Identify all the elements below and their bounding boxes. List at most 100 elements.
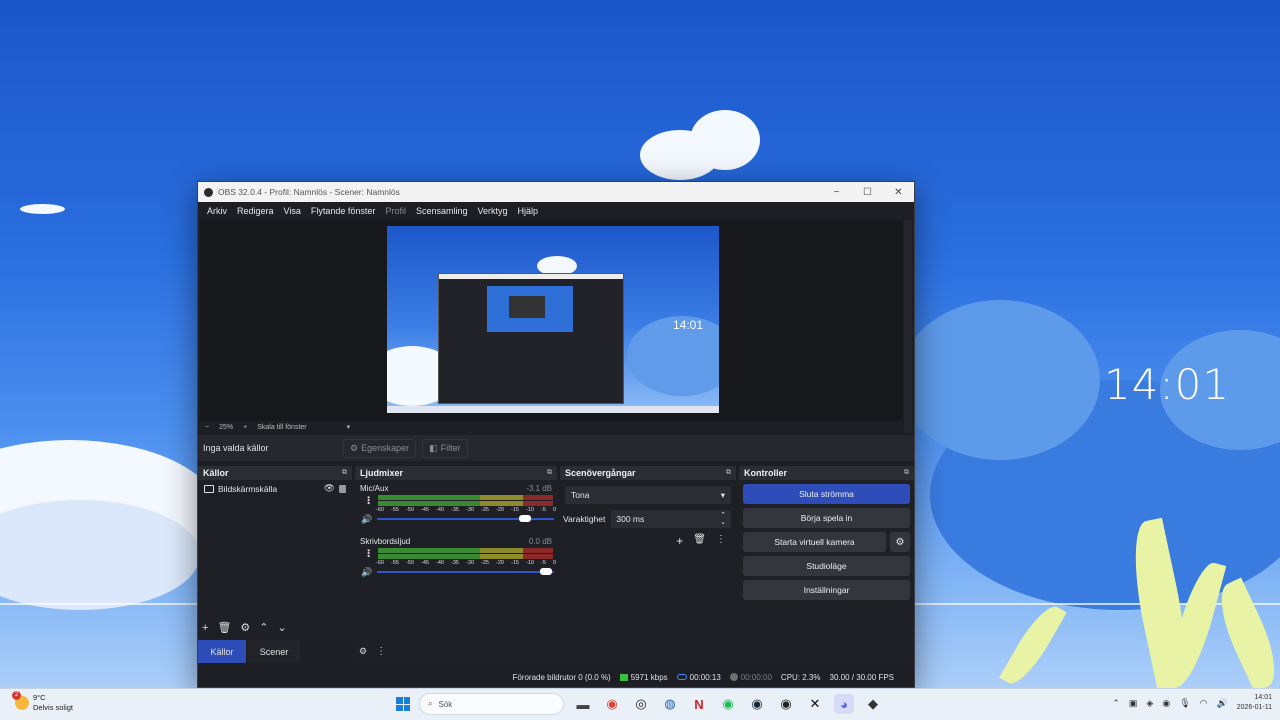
search-placeholder: Sök [438,699,453,709]
wifi-icon[interactable]: ◠ [1200,698,1208,709]
trash-icon[interactable]: 🗑 [693,534,706,548]
bitrate: 5971 kbps [630,672,668,682]
tray-app-icon[interactable]: ◉ [1162,698,1170,709]
weather-widget[interactable]: 2 9°C Delvis soligt [12,691,73,713]
add-transition-icon[interactable]: + [676,534,683,548]
popout-icon[interactable]: ⧉ [547,469,552,477]
sources-dock-header[interactable]: Källor ⧉ [198,466,352,480]
properties-button[interactable]: ⚙ Egenskaper [343,438,417,458]
mixer-channel: Skrivbordsljud 0.0 dB ••• -60 -55 -50 -45 -4… [355,533,557,586]
controls-title: Kontroller [744,468,788,478]
zoom-out-button[interactable]: − [205,424,209,431]
menu-hjalp[interactable]: Hjälp [513,206,544,216]
menu-profil[interactable]: Profil [380,206,411,216]
more-options-icon[interactable]: ••• [364,549,373,557]
taskbar-clock[interactable]: 14:01 2026-01-11 [1237,693,1272,713]
monitor-icon [204,484,214,493]
maximize-button[interactable]: ☐ [852,182,883,202]
chevron-down-icon[interactable]: ▾ [347,423,351,431]
spinner-icon[interactable]: ⌃ ⌄ [720,512,726,526]
obs-icon[interactable]: ◉ [776,694,796,714]
source-item[interactable]: Bildskärmskälla 👁 [198,480,352,497]
volume-slider[interactable] [377,515,554,522]
more-options-icon[interactable]: ⋮ [716,534,726,548]
source-name: Bildskärmskälla [218,483,278,494]
settings-button[interactable]: Inställningar [743,580,910,600]
menu-flytande-fonster[interactable]: Flytande fönster [306,206,381,216]
move-down-icon[interactable]: ⌄ [278,621,287,634]
app-icon[interactable]: ◆ [863,694,883,714]
file-explorer-icon[interactable]: ▬ [573,694,593,714]
transition-select[interactable]: Tona ▾ [565,486,731,504]
lock-icon[interactable] [339,484,346,493]
volume-slider-handle[interactable] [519,515,531,522]
popout-icon[interactable]: ⧉ [726,469,731,477]
level-meter [378,501,553,506]
transitions-dock-header[interactable]: Scenövergångar ⧉ [560,466,736,480]
trash-icon[interactable]: 🗑 [217,621,231,634]
context-bar: Inga valda källor ⚙ Egenskaper ◧ Filter [198,435,914,461]
taskbar: 2 9°C Delvis soligt ⌕ Sök ▬ ◉ ◎ ◍ N ◉ ◉ … [0,688,1280,720]
volume-slider[interactable] [377,568,554,575]
preview-scrollbar[interactable] [904,220,912,433]
microphone-icon[interactable]: 🎙 [1179,698,1190,709]
dropped-frames: Förorade bildrutor 0 (0.0 %) [512,672,611,682]
zoom-in-button[interactable]: + [243,424,247,431]
close-button[interactable]: ✕ [883,182,914,202]
stop-streaming-button[interactable]: Sluta strömma [743,484,910,504]
controls-dock-header[interactable]: Kontroller ⧉ [739,466,914,480]
duration-input[interactable]: 300 ms ⌃ ⌄ [611,510,731,528]
start-virtual-camera-button[interactable]: Starta virtuell kamera [743,532,886,552]
gear-icon[interactable]: ⚙ [890,532,910,552]
mixer-dock-header[interactable]: Ljudmixer ⧉ [355,466,557,480]
discord-icon[interactable]: ◕ [834,694,854,714]
github-icon[interactable]: ◎ [631,694,651,714]
tab-sources[interactable]: Källor [198,640,246,663]
chevron-up-icon[interactable]: ⌃ [1112,698,1120,709]
more-options-icon[interactable]: ••• [364,496,373,504]
speaker-icon[interactable]: 🔊 [361,514,372,525]
studio-mode-button[interactable]: Studioläge [743,556,910,576]
filter-icon: ◧ [429,442,438,453]
title-bar[interactable]: OBS 32.0.4 - Profil: Namnlös - Scener: N… [198,182,914,202]
chrome-icon[interactable]: ◉ [602,694,622,714]
tray-app-icon[interactable]: ◈ [1146,698,1153,709]
steam-icon[interactable]: ◉ [747,694,767,714]
popout-icon[interactable]: ⧉ [342,469,347,477]
tab-scenes[interactable]: Scener [248,640,300,663]
notification-badge: 2 [12,691,21,700]
scale-mode-select[interactable]: Skala till fönster [257,424,306,431]
speaker-icon[interactable]: 🔊 [1216,698,1227,709]
preview-canvas[interactable]: 14:01 [200,220,903,421]
menu-verktyg[interactable]: Verktyg [472,206,512,216]
taskbar-search[interactable]: ⌕ Sök [419,693,564,715]
popout-icon[interactable]: ⧉ [904,469,909,477]
dock-tabs: Källor Scener [198,640,300,663]
gear-icon[interactable]: ⚙ [240,621,250,634]
menu-arkiv[interactable]: Arkiv [202,206,232,216]
minimize-button[interactable]: − [821,182,852,202]
capcut-icon[interactable]: ✕ [805,694,825,714]
duration-row: Varaktighet 300 ms ⌃ ⌄ [563,510,731,528]
filters-button[interactable]: ◧ Filter [422,438,468,458]
advanced-audio-icon[interactable]: ⚙ [359,646,367,657]
start-recording-button[interactable]: Börja spela in [743,508,910,528]
menu-redigera[interactable]: Redigera [232,206,279,216]
menu-scensamling[interactable]: Scensamling [411,206,473,216]
netflix-icon[interactable]: N [689,694,709,714]
menu-visa[interactable]: Visa [279,206,306,216]
volume-slider-handle[interactable] [540,568,552,575]
move-up-icon[interactable]: ⌃ [259,621,268,634]
add-source-icon[interactable]: + [202,622,208,634]
speaker-icon[interactable]: 🔊 [361,567,372,578]
spotify-icon[interactable]: ◉ [718,694,738,714]
fps: 30.00 / 30.00 FPS [829,672,895,682]
tray-app-icon[interactable]: ▣ [1129,698,1138,709]
channel-db: -3.1 dB [526,484,552,493]
more-options-icon[interactable]: ⋮ [376,646,386,657]
start-icon[interactable] [396,697,410,711]
app-icon[interactable]: ◍ [660,694,680,714]
preview-clock: 14:01 [673,318,704,332]
eye-icon[interactable]: 👁 [324,483,335,494]
time: 14:01 [1254,694,1272,701]
